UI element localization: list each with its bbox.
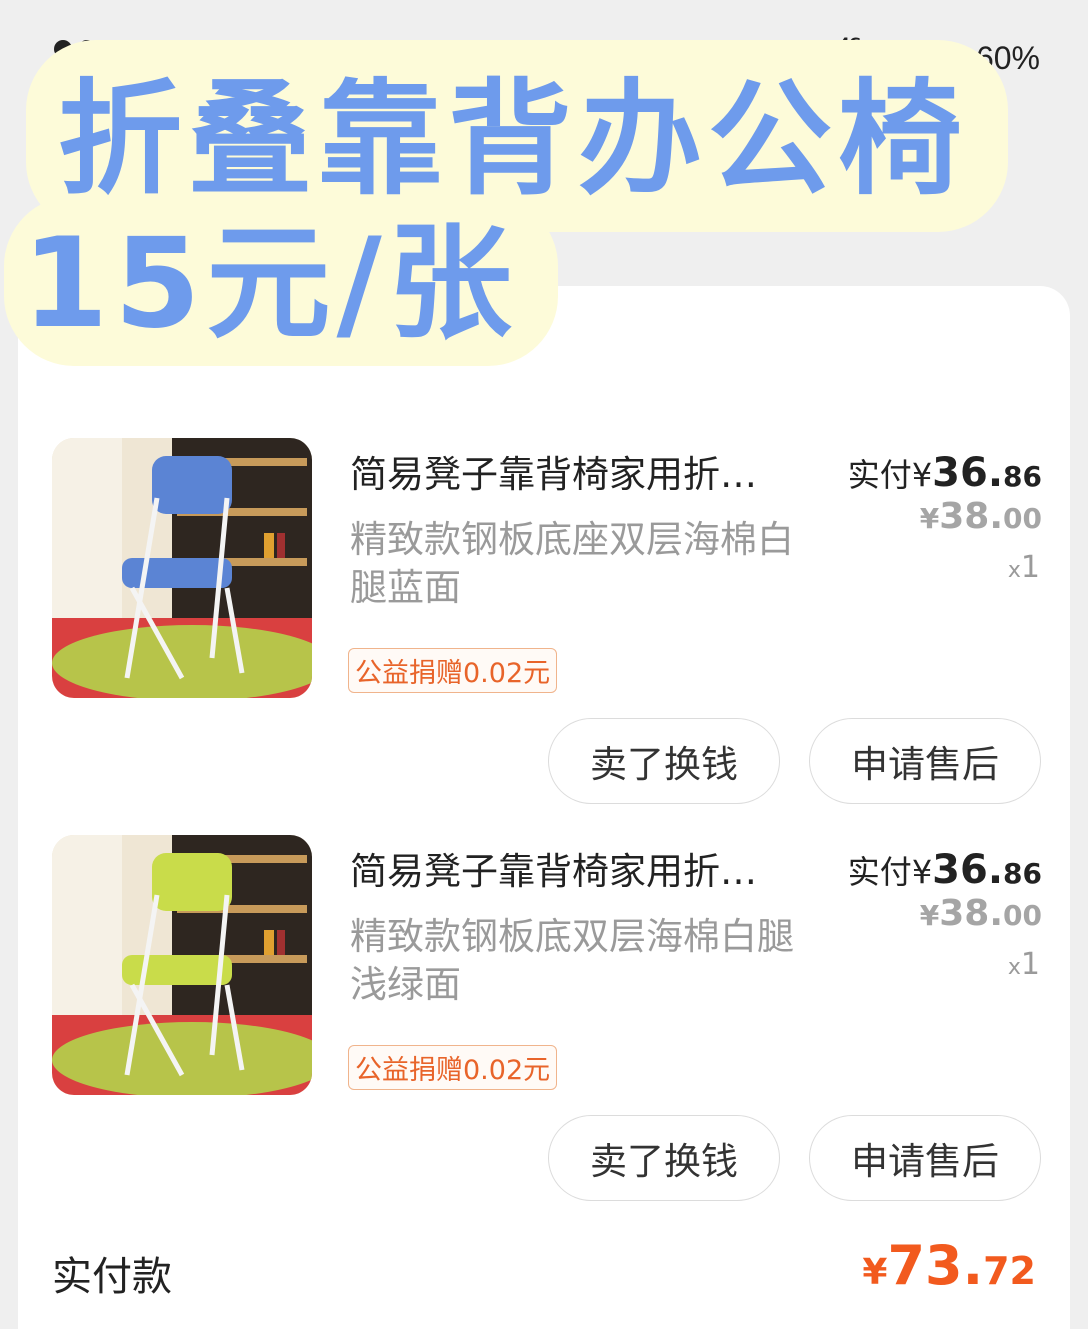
product-spec: 精致款钢板底座双层海棉白腿蓝面 (350, 518, 794, 609)
product-spec: 精致款钢板底双层海棉白腿浅绿面 (350, 915, 794, 1006)
total-paid-label: 实付款 (52, 1254, 172, 1300)
total-paid-amount: ¥73.72 (862, 1234, 1036, 1297)
overlay-title-line-1: 折叠靠背办公椅 (26, 40, 1009, 232)
chair-image (52, 438, 312, 698)
order-card: 简易凳子靠背椅家用折… 精致款钢板底座双层海棉白腿蓝面 公益捐赠0.02元 实付… (18, 286, 1070, 1329)
product-name[interactable]: 简易凳子靠背椅家用折… (350, 444, 810, 498)
quantity: x1 (1007, 550, 1040, 585)
charity-tag: 公益捐赠0.02元 (348, 648, 558, 693)
original-price: ¥38.00 (919, 496, 1042, 537)
product-name[interactable]: 简易凳子靠背椅家用折… (350, 841, 810, 895)
original-price: ¥38.00 (919, 893, 1042, 934)
after-sale-button[interactable]: 申请售后 (809, 1115, 1041, 1201)
product-thumbnail[interactable] (52, 835, 312, 1095)
chair-image (52, 835, 312, 1095)
charity-tag: 公益捐赠0.02元 (348, 1045, 558, 1090)
after-sale-button[interactable]: 申请售后 (809, 718, 1041, 804)
product-thumbnail[interactable] (52, 438, 312, 698)
paid-price: 实付¥36.86 (847, 450, 1042, 496)
overlay-caption: 折叠靠背办公椅 15元/张 (4, 40, 1009, 366)
sell-button[interactable]: 卖了换钱 (548, 1115, 780, 1201)
overlay-title-line-2: 15元/张 (4, 196, 558, 366)
sell-button[interactable]: 卖了换钱 (548, 718, 780, 804)
quantity: x1 (1007, 947, 1040, 982)
paid-price: 实付¥36.86 (847, 847, 1042, 893)
